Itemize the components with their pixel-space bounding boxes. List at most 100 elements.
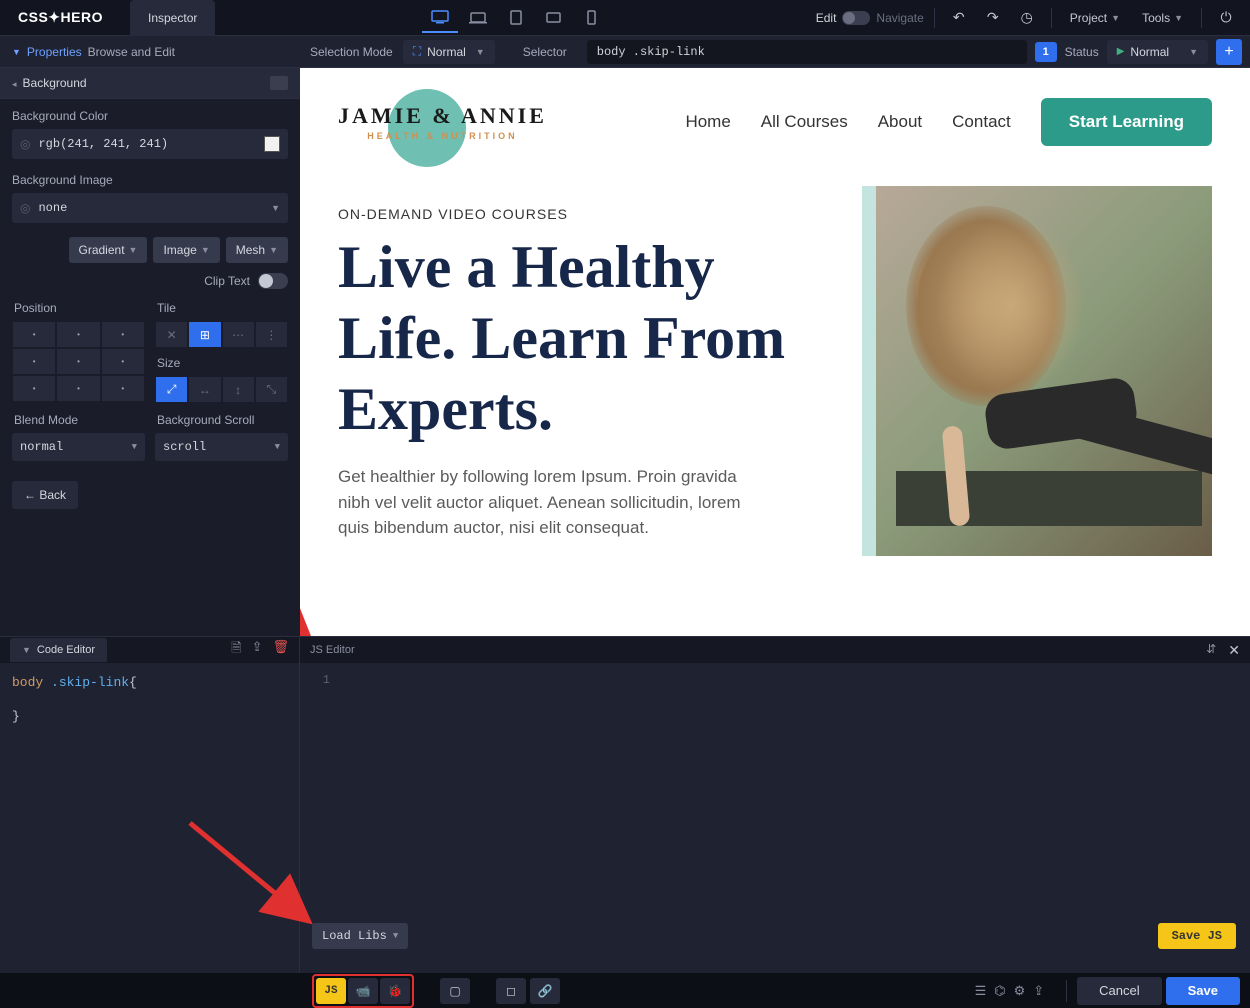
edit-label: Edit — [816, 11, 837, 25]
pos-bot-left[interactable] — [12, 375, 56, 402]
status-select[interactable]: ▶ Normal ▼ — [1107, 40, 1208, 64]
bg-image-input[interactable]: ◎ none ▼ — [12, 193, 288, 223]
size-auto[interactable]: ⤢ — [155, 376, 188, 403]
bg-image-label: Background Image — [12, 173, 288, 187]
redo-icon[interactable]: ↷ — [979, 4, 1007, 32]
size-width[interactable]: ↔ — [188, 376, 221, 403]
js-mode-button[interactable]: JS — [316, 978, 346, 1004]
hero-description: Get healthier by following lorem Ipsum. … — [338, 464, 758, 541]
hero-eyebrow: ON-DEMAND VIDEO COURSES — [338, 206, 822, 222]
tools-menu[interactable]: Tools▼ — [1134, 4, 1191, 32]
gradient-button[interactable]: Gradient▼ — [69, 237, 148, 263]
device-tablet-landscape-icon[interactable] — [536, 3, 572, 33]
position-grid[interactable] — [12, 321, 145, 402]
window-icon[interactable]: ◻ — [496, 978, 526, 1004]
size-cover[interactable]: ⤡ — [255, 376, 288, 403]
save-button[interactable]: Save — [1166, 977, 1240, 1005]
clip-text-label: Clip Text — [204, 274, 250, 288]
bug-icon[interactable]: 🐞 — [380, 978, 410, 1004]
edit-navigate-toggle[interactable] — [842, 11, 870, 25]
load-libs-button[interactable]: Load Libs▼ — [312, 923, 408, 949]
gear-icon[interactable]: ⚙ — [1014, 983, 1026, 999]
status-label: Status — [1065, 45, 1099, 59]
camera-icon[interactable]: 📹 — [348, 978, 378, 1004]
chevron-left-icon[interactable]: ◂ — [12, 79, 17, 89]
pos-mid-center[interactable] — [56, 348, 100, 375]
navigate-label: Navigate — [876, 11, 923, 25]
nav-courses[interactable]: All Courses — [761, 112, 848, 132]
selection-mode-select[interactable]: ⛶ Normal ▼ — [403, 40, 495, 64]
upload-icon[interactable]: ⇪ — [1033, 983, 1044, 999]
line-number: 1 — [300, 673, 340, 687]
blend-mode-select[interactable]: normal▼ — [12, 433, 145, 461]
hero-title: Live a Healthy Life. Learn From Experts. — [338, 232, 822, 444]
pos-top-left[interactable] — [12, 321, 56, 348]
image-thumbnail-icon[interactable] — [270, 76, 288, 90]
js-toolbar-group: JS 📹 🐞 — [312, 974, 414, 1008]
crosshair-icon: ⛶ — [413, 44, 421, 59]
list-icon[interactable]: ☰ — [975, 983, 987, 999]
app-logo: CSS✦HERO — [0, 9, 130, 26]
project-menu[interactable]: Project▼ — [1062, 4, 1128, 32]
section-background-label: Background — [23, 76, 87, 90]
nav-contact[interactable]: Contact — [952, 112, 1011, 132]
chevron-down-icon[interactable]: ▼ — [12, 47, 21, 57]
history-icon[interactable]: ◷ — [1013, 4, 1041, 32]
delete-icon[interactable]: 🗑 — [272, 639, 289, 661]
size-height[interactable]: ↕ — [222, 376, 255, 403]
selection-mode-label: Selection Mode — [310, 45, 393, 59]
bg-scroll-select[interactable]: scroll▼ — [155, 433, 288, 461]
pos-mid-right[interactable] — [101, 348, 145, 375]
tile-none[interactable]: ✕ — [155, 321, 188, 348]
bg-scroll-label: Background Scroll — [157, 413, 288, 427]
device-desktop-icon[interactable] — [422, 3, 458, 33]
undo-icon[interactable]: ↶ — [945, 4, 973, 32]
calendar-icon[interactable]: ▢ — [440, 978, 470, 1004]
device-mobile-icon[interactable] — [574, 3, 610, 33]
bg-color-label: Background Color — [12, 109, 288, 123]
pos-bot-center[interactable] — [56, 375, 100, 402]
tile-both[interactable]: ⊞ — [188, 321, 221, 348]
device-laptop-icon[interactable] — [460, 3, 496, 33]
pos-bot-right[interactable] — [101, 375, 145, 402]
tile-grid[interactable]: ✕ ⊞ ⋯ ⋮ — [155, 321, 288, 348]
selector-input[interactable]: body .skip-link — [587, 40, 1027, 64]
mesh-button[interactable]: Mesh▼ — [226, 237, 288, 263]
close-icon[interactable]: ✕ — [1228, 642, 1240, 659]
pos-top-right[interactable] — [101, 321, 145, 348]
color-swatch[interactable] — [264, 136, 280, 152]
export-icon[interactable]: ⇪ — [252, 639, 263, 661]
power-icon[interactable]: ⏻ — [1212, 4, 1240, 32]
tile-label: Tile — [157, 301, 288, 315]
bg-color-input[interactable]: ◎ rgb(241, 241, 241) — [12, 129, 288, 159]
image-button[interactable]: Image▼ — [153, 237, 219, 263]
start-learning-button[interactable]: Start Learning — [1041, 98, 1212, 146]
properties-link[interactable]: Properties — [27, 45, 82, 59]
tab-inspector[interactable]: Inspector — [130, 0, 215, 36]
link-icon[interactable]: 🔗 — [530, 978, 560, 1004]
size-label: Size — [157, 356, 288, 370]
nav-about[interactable]: About — [878, 112, 922, 132]
js-editor-tab[interactable]: JS Editor — [310, 644, 355, 656]
pos-mid-left[interactable] — [12, 348, 56, 375]
css-code-editor[interactable]: body .skip-link{ } — [0, 663, 300, 973]
save-js-button[interactable]: Save JS — [1158, 923, 1236, 949]
nav-home[interactable]: Home — [685, 112, 730, 132]
size-grid[interactable]: ⤢ ↔ ↕ ⤡ — [155, 376, 288, 403]
code-editor-tab[interactable]: ▼Code Editor — [10, 638, 107, 662]
site-logo: JAMIE & ANNIE HEALTH & NUTRITION — [338, 103, 547, 141]
save-snippet-icon[interactable]: 🗎 — [231, 639, 241, 661]
tile-x[interactable]: ⋯ — [222, 321, 255, 348]
pos-top-center[interactable] — [56, 321, 100, 348]
add-button[interactable]: + — [1216, 39, 1242, 65]
tile-y[interactable]: ⋮ — [255, 321, 288, 348]
back-button[interactable]: ← Back — [12, 481, 78, 509]
js-code-editor[interactable]: 1 Load Libs▼ Save JS — [300, 663, 1250, 973]
expand-icon[interactable]: ⇵ — [1206, 642, 1216, 659]
cancel-button[interactable]: Cancel — [1077, 977, 1161, 1005]
preview-canvas[interactable]: JAMIE & ANNIE HEALTH & NUTRITION Home Al… — [300, 68, 1250, 636]
device-tablet-icon[interactable] — [498, 3, 534, 33]
blend-mode-label: Blend Mode — [14, 413, 145, 427]
clip-text-toggle[interactable] — [258, 273, 288, 289]
tree-icon[interactable]: ⌬ — [994, 983, 1005, 999]
